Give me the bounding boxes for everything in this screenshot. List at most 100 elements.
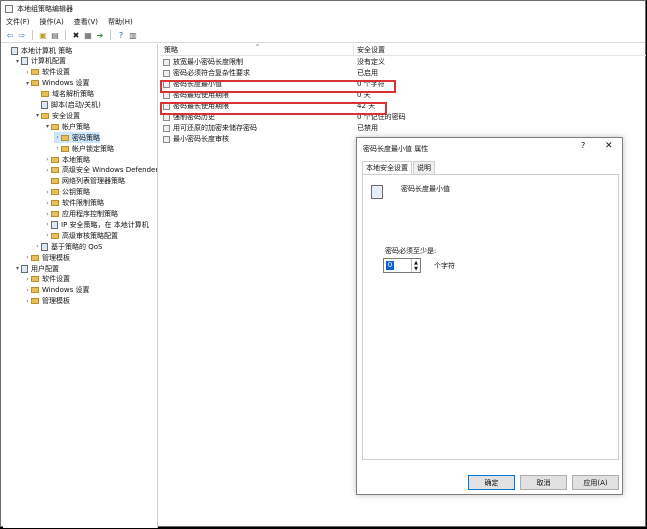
sort-up-icon: ^ [255, 44, 261, 51]
policy-name: 最小密码长度审核 [173, 135, 229, 143]
folder-icon [31, 254, 39, 261]
view-icon[interactable]: ▥ [128, 30, 138, 40]
tree-item-label: 高级安全 Windows Defender 防 [62, 166, 158, 175]
console-tree-icon[interactable]: ▤ [50, 30, 60, 40]
expand-toggle-icon[interactable]: › [44, 167, 51, 174]
spin-arrows[interactable]: ▲ ▼ [411, 259, 420, 272]
help-icon[interactable]: ? [581, 141, 585, 150]
folder-icon [51, 167, 59, 174]
expand-toggle-icon[interactable]: › [44, 232, 51, 239]
menu-help[interactable]: 帮助(H) [108, 17, 133, 27]
expand-toggle-icon[interactable]: › [44, 200, 51, 207]
expand-toggle-icon[interactable]: › [34, 243, 41, 250]
expand-toggle-icon[interactable]: › [24, 254, 31, 261]
expand-toggle-icon[interactable]: › [24, 276, 31, 283]
folder-icon [51, 178, 59, 185]
title-bar: 本地组策略编辑器 [1, 1, 645, 16]
folder-up-icon[interactable]: ▣ [38, 30, 48, 40]
tab-local-security-setting[interactable]: 本地安全设置 [362, 161, 412, 174]
expand-toggle-icon[interactable]: › [44, 211, 51, 218]
column-setting-header[interactable]: 安全设置 [357, 45, 385, 55]
help-icon[interactable]: ? [116, 30, 126, 40]
column-divider[interactable] [353, 44, 354, 56]
tree-item[interactable]: › 本地策略 [44, 154, 90, 165]
tree-item[interactable]: › 密码策略 [54, 132, 100, 144]
tree-item[interactable]: › 基于策略的 QoS [34, 241, 102, 252]
expand-toggle-icon[interactable]: › [44, 221, 51, 228]
min-length-value[interactable]: 0 [386, 261, 394, 270]
expand-toggle-icon[interactable]: › [54, 134, 61, 141]
forward-arrow-icon[interactable]: ⇨ [17, 30, 27, 40]
policy-icon [163, 136, 170, 143]
tree-item[interactable]: ▾ 安全设置 [34, 110, 80, 121]
policy-row[interactable]: 用可还原的加密来储存密码 已禁用 [160, 123, 646, 134]
tree-item[interactable]: › 公钥策略 [44, 187, 90, 198]
tree-item[interactable]: › 软件设置 [24, 274, 70, 285]
group-policy-editor-window: 本地组策略编辑器 文件(F) 操作(A) 查看(V) 帮助(H) ⇦ ⇨ ▣ ▤… [0, 0, 646, 528]
policy-row[interactable]: 放宽最小密码长度限制 没有定义 [160, 57, 646, 68]
menu-action[interactable]: 操作(A) [40, 17, 64, 27]
folder-icon [61, 134, 69, 141]
policy-icon [163, 114, 170, 121]
expand-toggle-icon[interactable]: › [44, 156, 51, 163]
tree-item-label: 网络列表管理器策略 [62, 177, 125, 186]
export-icon[interactable]: ➔ [95, 30, 105, 40]
tree-item[interactable]: 脚本(启动/关机) [34, 100, 101, 111]
tree-item[interactable]: › 管理模板 [24, 252, 70, 263]
min-length-label: 密码必须至少是: [385, 247, 437, 255]
expand-toggle-icon[interactable]: › [24, 287, 31, 294]
tree-item[interactable]: › 高级审核策略配置 [44, 230, 118, 241]
tree-item[interactable]: 域名解析策略 [34, 89, 94, 100]
tree-item-label: 软件设置 [42, 275, 70, 284]
expand-toggle-icon[interactable]: ▾ [34, 112, 41, 119]
policy-row[interactable]: 密码必须符合复杂性要求 已启用 [160, 68, 646, 79]
tree-item-label: 帐户策略 [62, 122, 90, 131]
spin-down-icon[interactable]: ▼ [414, 266, 418, 272]
tab-panel: 密码长度最小值 密码必须至少是: 0 ▲ ▼ 个字符 [362, 174, 619, 460]
apply-button[interactable]: 应用(A) [572, 475, 619, 490]
tree-item[interactable]: › 管理模板 [24, 296, 70, 307]
folder-icon [31, 298, 39, 305]
tree-item[interactable]: › 帐户锁定策略 [54, 143, 114, 154]
menu-view[interactable]: 查看(V) [74, 17, 98, 27]
tree-item[interactable]: › 软件限制策略 [44, 198, 104, 209]
tree-item[interactable]: ▾ 用户配置 [14, 263, 59, 274]
tree-item[interactable]: ▾ 计算机配置 [14, 56, 66, 67]
app-icon [5, 4, 13, 13]
min-length-stepper[interactable]: 0 ▲ ▼ [383, 258, 421, 273]
ok-button[interactable]: 确定 [468, 475, 515, 490]
chart-icon [41, 242, 48, 251]
expand-toggle-icon[interactable]: › [24, 69, 31, 76]
toolbar: ⇦ ⇨ ▣ ▤ ✖ ▦ ➔ ? ▥ [1, 28, 645, 43]
folder-icon [41, 91, 49, 98]
cancel-button[interactable]: 取消 [520, 475, 567, 490]
policy-value: 没有定义 [357, 58, 385, 66]
tree-item[interactable]: › IP 安全策略，在 本地计算机 [44, 219, 149, 230]
expand-toggle-icon[interactable]: ▾ [24, 80, 31, 87]
properties-icon[interactable]: ▦ [83, 30, 93, 40]
tree-item-label: 帐户锁定策略 [72, 144, 114, 153]
expand-toggle-icon[interactable]: ▾ [44, 123, 51, 130]
tree-item-label: Windows 设置 [42, 79, 90, 88]
tree-item[interactable]: › Windows 设置 [24, 285, 89, 296]
back-arrow-icon[interactable]: ⇦ [5, 30, 15, 40]
tree-item[interactable]: ▾ 帐户策略 [44, 121, 90, 132]
column-policy-header[interactable]: 策略 [164, 45, 178, 55]
tab-explain[interactable]: 说明 [413, 161, 435, 174]
close-icon[interactable]: ✕ [605, 141, 613, 151]
tree-item[interactable]: › 应用程序控制策略 [44, 209, 118, 220]
menu-file[interactable]: 文件(F) [6, 17, 30, 27]
delete-icon[interactable]: ✖ [71, 30, 81, 40]
tree-item-label: 软件设置 [42, 68, 70, 77]
tree-item[interactable]: › 高级安全 Windows Defender 防 [44, 165, 158, 176]
expand-toggle-icon[interactable]: › [54, 145, 61, 152]
tree-item-label: 公钥策略 [62, 188, 90, 197]
tree-item[interactable]: ▾ Windows 设置 [24, 78, 90, 89]
expand-toggle-icon[interactable]: ▾ [14, 58, 21, 65]
tree-item[interactable]: › 软件设置 [24, 67, 70, 78]
tree-item[interactable]: 网络列表管理器策略 [44, 176, 125, 187]
expand-toggle-icon[interactable]: › [24, 298, 31, 305]
tree-item[interactable]: 本地计算机 策略 [4, 45, 72, 56]
expand-toggle-icon[interactable]: › [44, 189, 51, 196]
expand-toggle-icon[interactable]: ▾ [14, 265, 21, 272]
